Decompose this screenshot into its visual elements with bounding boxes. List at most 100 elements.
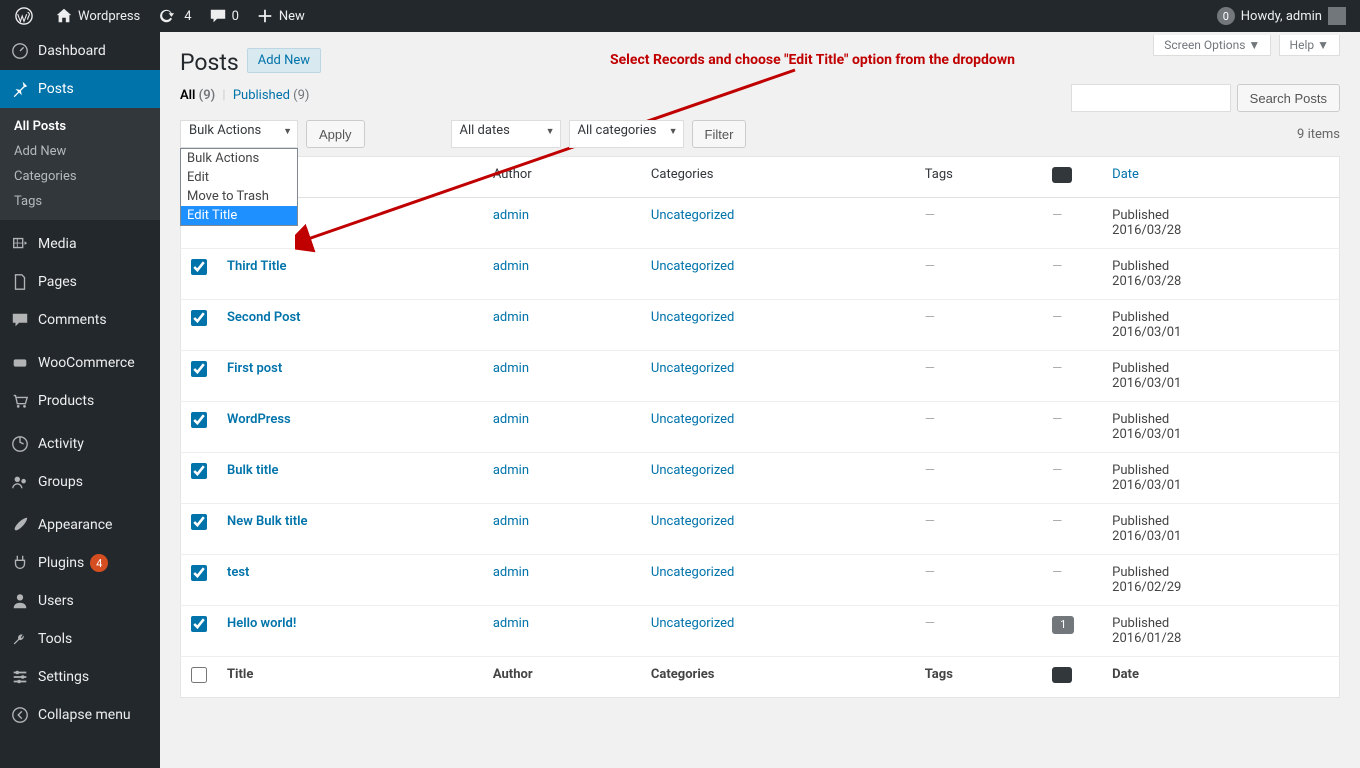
row-checkbox[interactable] bbox=[191, 361, 207, 377]
row-checkbox[interactable] bbox=[191, 463, 207, 479]
date-value: 2016/03/01 bbox=[1112, 427, 1181, 442]
updates-link[interactable]: 4 bbox=[148, 0, 199, 32]
new-link[interactable]: New bbox=[247, 0, 313, 32]
comments-link[interactable]: 0 bbox=[200, 0, 247, 32]
col-tags-foot[interactable]: Tags bbox=[915, 657, 1042, 698]
date-filter-select[interactable]: All dates bbox=[451, 120, 561, 148]
col-date-foot[interactable]: Date bbox=[1102, 657, 1339, 698]
category-link[interactable]: Uncategorized bbox=[651, 412, 734, 427]
category-link[interactable]: Uncategorized bbox=[651, 208, 734, 223]
search-posts-button[interactable]: Search Posts bbox=[1237, 84, 1340, 112]
col-categories[interactable]: Categories bbox=[641, 157, 915, 198]
content-area: Posts Add New Select Records and choose … bbox=[160, 32, 1360, 768]
help-toggle[interactable]: Help ▼ bbox=[1279, 35, 1340, 56]
category-link[interactable]: Uncategorized bbox=[651, 463, 734, 478]
category-link[interactable]: Uncategorized bbox=[651, 259, 734, 274]
category-link[interactable]: Uncategorized bbox=[651, 310, 734, 325]
add-new-button[interactable]: Add New bbox=[247, 48, 321, 73]
sidebar-subitem-all-posts[interactable]: All Posts bbox=[0, 114, 160, 139]
row-checkbox[interactable] bbox=[191, 412, 207, 428]
sidebar-item-pages[interactable]: Pages bbox=[0, 263, 160, 301]
row-checkbox[interactable] bbox=[191, 259, 207, 275]
sidebar-item-groups[interactable]: Groups bbox=[0, 463, 160, 501]
search-input[interactable] bbox=[1071, 84, 1231, 112]
row-checkbox[interactable] bbox=[191, 616, 207, 632]
author-link[interactable]: admin bbox=[493, 565, 529, 580]
post-title-link[interactable]: Second Post bbox=[227, 310, 301, 325]
author-link[interactable]: admin bbox=[493, 259, 529, 274]
table-row: New Bulk titleadminUncategorized——Publis… bbox=[181, 504, 1340, 555]
sidebar-item-users[interactable]: Users bbox=[0, 582, 160, 620]
bulk-option-edit-title[interactable]: Edit Title bbox=[181, 206, 297, 225]
sidebar-item-products[interactable]: Products bbox=[0, 382, 160, 420]
sidebar-item-dashboard[interactable]: Dashboard bbox=[0, 32, 160, 70]
comment-count-badge[interactable]: 1 bbox=[1052, 616, 1074, 634]
select-all-checkbox-bottom[interactable] bbox=[191, 667, 207, 683]
author-link[interactable]: admin bbox=[493, 361, 529, 376]
author-link[interactable]: admin bbox=[493, 514, 529, 529]
author-link[interactable]: admin bbox=[493, 208, 529, 223]
post-title-link[interactable]: Bulk title bbox=[227, 463, 278, 478]
date-status: Published bbox=[1112, 565, 1169, 580]
collapse-icon bbox=[10, 705, 30, 725]
sidebar-item-media[interactable]: Media bbox=[0, 225, 160, 263]
sidebar-subitem-tags[interactable]: Tags bbox=[0, 189, 160, 214]
bulk-option-bulk-actions[interactable]: Bulk Actions bbox=[181, 149, 297, 168]
category-link[interactable]: Uncategorized bbox=[651, 361, 734, 376]
sidebar-item-label: Settings bbox=[38, 669, 89, 685]
screen-meta: Screen Options ▼ Help ▼ bbox=[1149, 38, 1340, 53]
col-author-foot[interactable]: Author bbox=[483, 657, 641, 698]
category-filter-select[interactable]: All categories bbox=[569, 120, 684, 148]
howdy-account[interactable]: 0Howdy, admin bbox=[1209, 0, 1354, 32]
post-title-link[interactable]: Hello world! bbox=[227, 616, 296, 631]
view-all[interactable]: All (9) bbox=[180, 88, 215, 103]
col-tags[interactable]: Tags bbox=[915, 157, 1042, 198]
post-title-link[interactable]: New Bulk title bbox=[227, 514, 307, 529]
cart-icon bbox=[10, 391, 30, 411]
bulk-actions-select[interactable]: Bulk Actions bbox=[180, 120, 298, 148]
sidebar-item-comments[interactable]: Comments bbox=[0, 301, 160, 339]
sidebar-item-tools[interactable]: Tools bbox=[0, 620, 160, 658]
post-title-link[interactable]: WordPress bbox=[227, 412, 291, 427]
author-link[interactable]: admin bbox=[493, 412, 529, 427]
row-checkbox[interactable] bbox=[191, 310, 207, 326]
sidebar-subitem-categories[interactable]: Categories bbox=[0, 164, 160, 189]
table-row: Second PostadminUncategorized——Published… bbox=[181, 300, 1340, 351]
plug-icon bbox=[10, 553, 30, 573]
author-link[interactable]: admin bbox=[493, 463, 529, 478]
col-title-foot[interactable]: Title bbox=[217, 657, 483, 698]
sidebar-item-woocommerce[interactable]: WooCommerce bbox=[0, 344, 160, 382]
sidebar-subitem-add-new[interactable]: Add New bbox=[0, 139, 160, 164]
sidebar-item-plugins[interactable]: Plugins4 bbox=[0, 544, 160, 582]
sidebar-item-collapse-menu[interactable]: Collapse menu bbox=[0, 696, 160, 734]
sidebar-item-activity[interactable]: Activity bbox=[0, 425, 160, 463]
tags-cell: — bbox=[925, 565, 935, 580]
bulk-option-move-to-trash[interactable]: Move to Trash bbox=[181, 187, 297, 206]
col-comments[interactable] bbox=[1042, 157, 1102, 198]
col-author[interactable]: Author bbox=[483, 157, 641, 198]
sidebar-item-appearance[interactable]: Appearance bbox=[0, 506, 160, 544]
post-title-link[interactable]: First post bbox=[227, 361, 282, 376]
view-published[interactable]: Published (9) bbox=[233, 88, 310, 103]
sidebar-item-posts[interactable]: Posts bbox=[0, 70, 160, 108]
col-date[interactable]: Date bbox=[1102, 157, 1339, 198]
filter-button[interactable]: Filter bbox=[692, 120, 747, 148]
row-checkbox[interactable] bbox=[191, 565, 207, 581]
sidebar-item-settings[interactable]: Settings bbox=[0, 658, 160, 696]
author-link[interactable]: admin bbox=[493, 616, 529, 631]
row-checkbox[interactable] bbox=[191, 514, 207, 530]
post-title-link[interactable]: Third Title bbox=[227, 259, 287, 274]
category-link[interactable]: Uncategorized bbox=[651, 616, 734, 631]
post-title-link[interactable]: test bbox=[227, 565, 249, 580]
bulk-option-edit[interactable]: Edit bbox=[181, 168, 297, 187]
date-value: 2016/02/29 bbox=[1112, 580, 1181, 595]
apply-button[interactable]: Apply bbox=[306, 120, 365, 148]
wp-logo[interactable] bbox=[6, 0, 46, 32]
col-categories-foot[interactable]: Categories bbox=[641, 657, 915, 698]
category-link[interactable]: Uncategorized bbox=[651, 514, 734, 529]
category-link[interactable]: Uncategorized bbox=[651, 565, 734, 580]
site-name-link[interactable]: Wordpress bbox=[46, 0, 148, 32]
author-link[interactable]: admin bbox=[493, 310, 529, 325]
screen-options-toggle[interactable]: Screen Options ▼ bbox=[1153, 35, 1271, 56]
col-comments-foot[interactable] bbox=[1042, 657, 1102, 698]
